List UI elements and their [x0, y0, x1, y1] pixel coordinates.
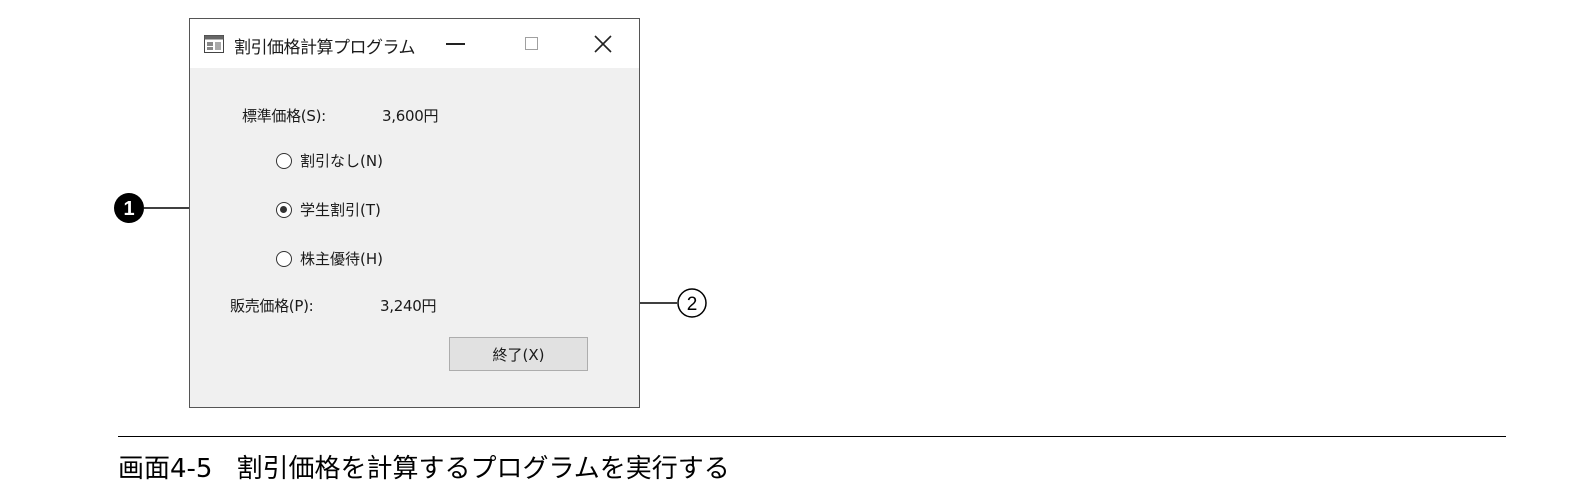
form-app-icon	[204, 35, 224, 53]
caption-text: 割引価格を計算するプログラムを実行する	[236, 454, 730, 484]
app-window: 割引価格計算プログラム 標準価格(S): 3,600円 割引なし(N) 学生割引…	[189, 18, 640, 408]
window-title: 割引価格計算プログラム	[234, 38, 416, 58]
radio-button[interactable]	[276, 250, 292, 267]
radio-label: 学生割引(T)	[300, 201, 381, 219]
exit-button-label: 終了(X)	[492, 345, 545, 364]
minimize-icon	[445, 42, 465, 45]
standard-price-label: 標準価格(S):	[242, 107, 326, 125]
caption-number: 画面4-5	[118, 454, 213, 484]
radio-no-discount[interactable]: 割引なし(N)	[276, 150, 383, 171]
radio-button[interactable]	[276, 152, 292, 169]
radio-shareholder-benefit[interactable]: 株主優待(H)	[276, 248, 383, 269]
maximize-button[interactable]	[506, 19, 556, 68]
maximize-icon	[524, 37, 538, 50]
close-button[interactable]	[578, 19, 628, 68]
sale-price-label: 販売価格(P):	[230, 297, 314, 315]
title-bar[interactable]: 割引価格計算プログラム	[190, 19, 639, 68]
figure-caption: 画面4-5 割引価格を計算するプログラムを実行する	[118, 448, 730, 485]
close-icon	[594, 34, 612, 53]
exit-button[interactable]: 終了(X)	[449, 337, 588, 371]
minimize-button[interactable]	[430, 19, 480, 68]
standard-price-value: 3,600円	[382, 107, 439, 125]
annotation-1-number: 1	[123, 198, 134, 220]
radio-label: 割引なし(N)	[300, 152, 383, 170]
radio-label: 株主優待(H)	[300, 250, 383, 268]
caption-divider	[118, 436, 1506, 437]
radio-student-discount[interactable]: 学生割引(T)	[276, 199, 381, 220]
radio-button-checked[interactable]	[276, 201, 292, 218]
sale-price-value: 3,240円	[380, 297, 437, 315]
annotation-2-number: 2	[687, 294, 698, 315]
